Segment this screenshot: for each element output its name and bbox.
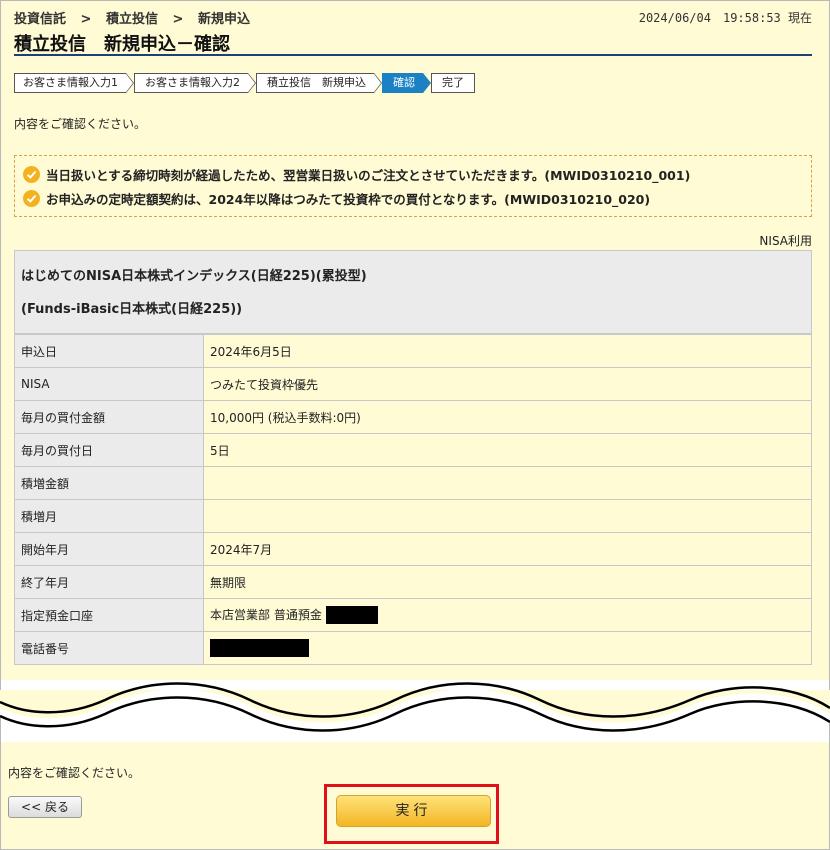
step-indicator: お客さま情報入力1 お客さま情報入力2 積立投信 新規申込 確認 完了 <box>14 73 475 93</box>
check-icon <box>23 165 40 183</box>
table-row: 電話番号 <box>14 631 812 665</box>
step-complete: 完了 <box>431 73 475 93</box>
fund-name: はじめてのNISA日本株式インデックス(日経225)(累投型) <box>21 269 367 284</box>
order-detail-table: 申込日 2024年6月5日 NISA つみたて投資枠優先 毎月の買付金額 10,000… <box>14 334 812 665</box>
fund-subname: (Funds-iBasic日本株式(日経225)) <box>21 302 243 317</box>
row-value: つみたて投資枠優先 <box>203 367 812 401</box>
row-label: 終了年月 <box>14 565 204 599</box>
account-branch-text: 本店営業部 普通預金 <box>210 607 322 622</box>
row-label: 電話番号 <box>14 631 204 665</box>
breadcrumb-separator: > <box>80 12 92 27</box>
step-confirm: 確認 <box>382 73 431 93</box>
row-value: 2024年7月 <box>203 532 812 566</box>
row-value: 本店営業部 普通預金 <box>203 598 812 632</box>
row-value: 10,000円 (税込手数料:0円) <box>203 400 812 434</box>
table-row: 申込日 2024年6月5日 <box>14 334 812 368</box>
table-row: 毎月の買付日 5日 <box>14 433 812 467</box>
nisa-usage-label: NISA利用 <box>759 234 812 248</box>
row-label: 積増金額 <box>14 466 204 500</box>
row-label: 開始年月 <box>14 532 204 566</box>
row-label: 積増月 <box>14 499 204 533</box>
row-label: 指定預金口座 <box>14 598 204 632</box>
redacted-phone-number <box>210 639 309 657</box>
confirm-instruction-bottom: 内容をご確認ください。 <box>8 766 141 780</box>
current-datetime: 2024/06/04 19:58:53 現在 <box>638 11 812 25</box>
breadcrumb-item: 新規申込 <box>197 12 250 27</box>
table-row: 毎月の買付金額 10,000円 (税込手数料:0円) <box>14 400 812 434</box>
table-row: 積増金額 <box>14 466 812 500</box>
row-label: 毎月の買付金額 <box>14 400 204 434</box>
table-row: 積増月 <box>14 499 812 533</box>
page-title: 積立投信 新規申込－確認 <box>14 30 812 56</box>
row-label: NISA <box>14 367 204 401</box>
row-value: 無期限 <box>203 565 812 599</box>
check-icon <box>23 189 40 207</box>
row-label: 毎月の買付日 <box>14 433 204 467</box>
notice-text: 当日扱いとする締切時刻が経過したため、翌営業日扱いのご注文とさせていただきます。… <box>46 167 691 183</box>
row-value <box>203 631 812 665</box>
breadcrumb-item[interactable]: 積立投信 <box>106 12 158 27</box>
breadcrumb-item[interactable]: 投資信託 <box>14 12 66 27</box>
row-label: 申込日 <box>14 334 204 368</box>
table-row: 指定預金口座 本店営業部 普通預金 <box>14 598 812 632</box>
page-break-wave <box>0 682 830 732</box>
step-new-application: 積立投信 新規申込 <box>256 73 382 93</box>
step-customer-info-2: お客さま情報入力2 <box>134 73 256 93</box>
table-row: 開始年月 2024年7月 <box>14 532 812 566</box>
notice-item: 当日扱いとする締切時刻が経過したため、翌営業日扱いのご注文とさせていただきます。… <box>23 162 811 186</box>
redacted-account-number <box>325 606 378 625</box>
row-value: 2024年6月5日 <box>203 334 812 368</box>
fund-name-header: はじめてのNISA日本株式インデックス(日経225)(累投型) (Funds-i… <box>14 250 812 334</box>
back-button[interactable]: << 戻る <box>8 796 82 818</box>
breadcrumb: 投資信託 > 積立投信 > 新規申込 <box>14 8 260 27</box>
row-value: 5日 <box>203 433 812 467</box>
table-row: NISA つみたて投資枠優先 <box>14 367 812 401</box>
execute-button[interactable]: 実行 <box>336 795 491 827</box>
row-value <box>203 499 812 533</box>
step-customer-info-1: お客さま情報入力1 <box>14 73 134 93</box>
table-row: 終了年月 無期限 <box>14 565 812 599</box>
notice-item: お申込みの定時定額契約は、2024年以降はつみたて投資枠での買付となります。(M… <box>23 186 811 210</box>
notice-text: お申込みの定時定額契約は、2024年以降はつみたて投資枠での買付となります。(M… <box>46 191 651 207</box>
breadcrumb-separator: > <box>172 12 184 27</box>
notice-box: 当日扱いとする締切時刻が経過したため、翌営業日扱いのご注文とさせていただきます。… <box>14 155 812 217</box>
confirm-instruction: 内容をご確認ください。 <box>14 117 147 131</box>
row-value <box>203 466 812 500</box>
